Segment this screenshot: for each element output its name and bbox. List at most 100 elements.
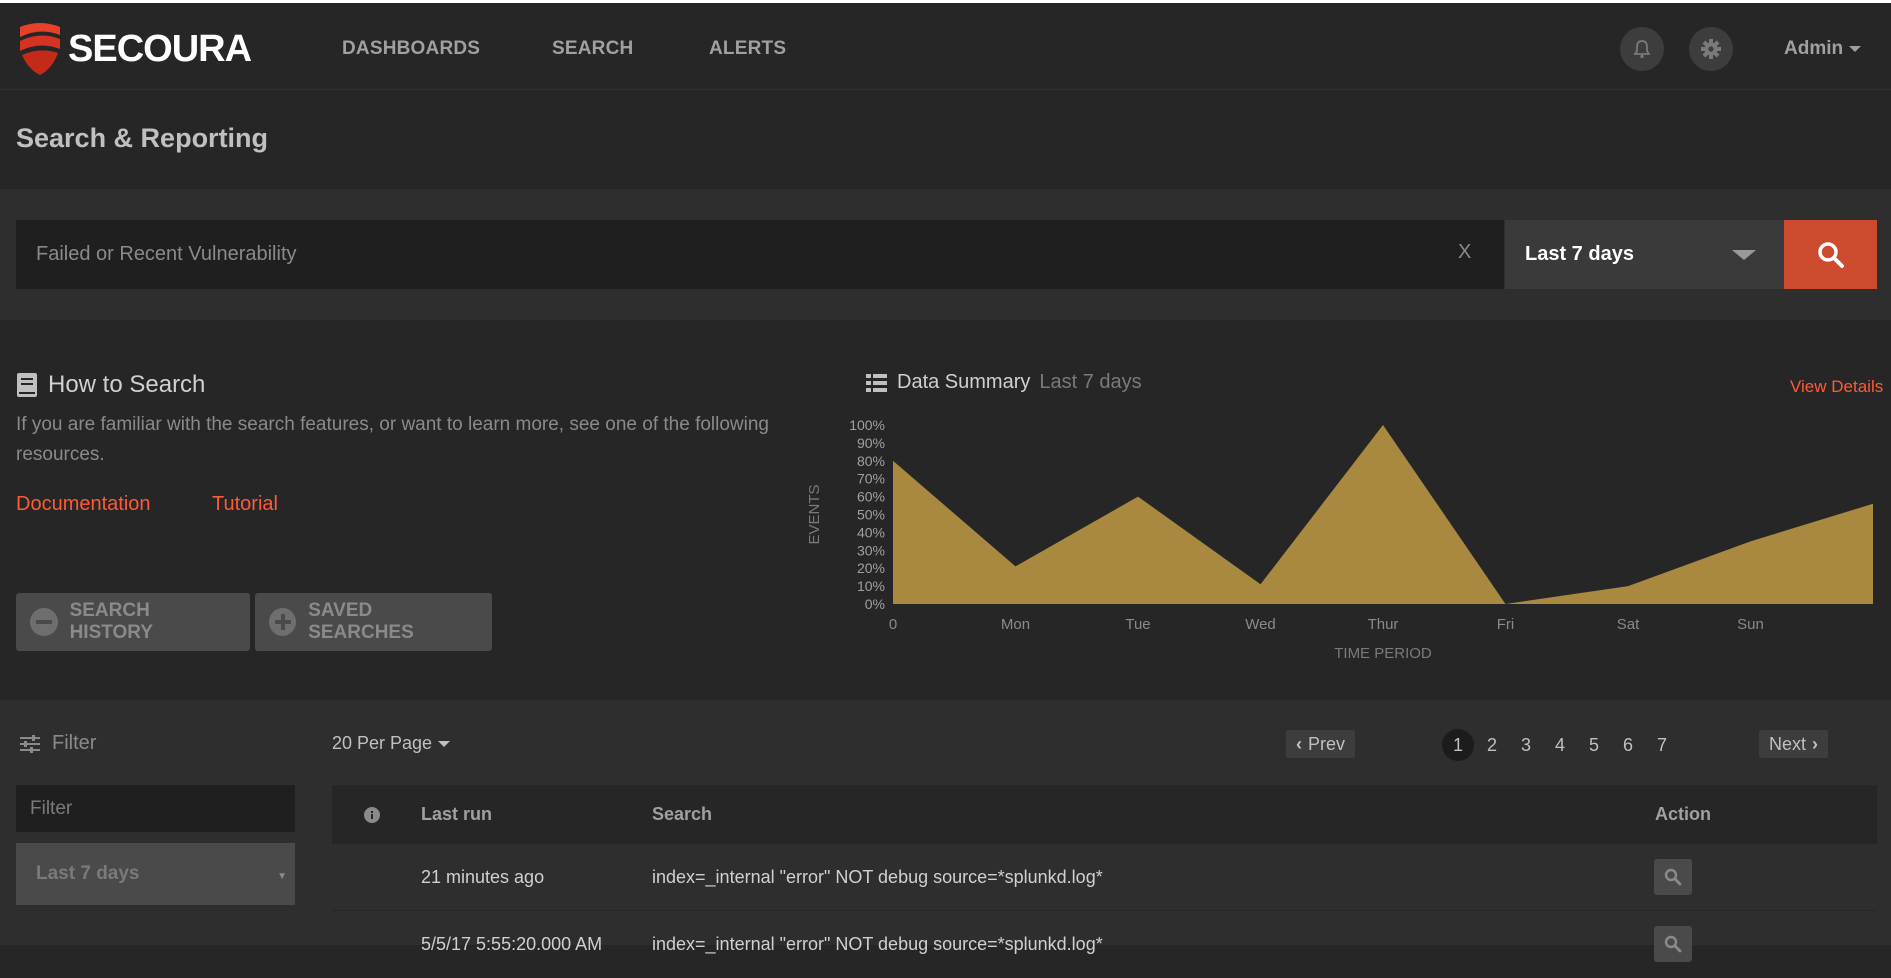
page-7-button[interactable]: 7: [1646, 729, 1678, 761]
how-to-search-description: If you are familiar with the search feat…: [16, 414, 769, 465]
nav-alerts[interactable]: ALERTS: [709, 38, 786, 60]
data-summary-title: Data Summary: [897, 371, 1031, 393]
how-to-search-title: How to Search: [48, 371, 206, 398]
search-query-cell[interactable]: index=_internal "error" NOT debug source…: [652, 911, 1103, 977]
info-icon[interactable]: [364, 785, 380, 844]
search-icon: [1817, 241, 1844, 268]
results-section: Filter Last 7 days ▼ 20 Per Page ‹ Prev …: [0, 700, 1891, 978]
clear-search-button[interactable]: X: [1458, 241, 1471, 264]
table-row[interactable]: 21 minutes ago index=_internal "error" NO…: [332, 844, 1877, 911]
column-header-action: Action: [1655, 804, 1711, 824]
y-tick-label: 70%: [857, 471, 885, 487]
chevron-down-icon: [438, 741, 451, 748]
y-tick-label: 100%: [849, 417, 885, 433]
page-header: Search & Reporting: [0, 91, 1891, 189]
data-summary-range: Last 7 days: [1039, 371, 1142, 393]
nav-dashboards[interactable]: DASHBOARDS: [342, 38, 480, 60]
gear-icon: [1701, 39, 1721, 59]
page-title: Search & Reporting: [16, 123, 269, 153]
user-menu[interactable]: Admin: [1784, 38, 1862, 60]
x-tick-label: Sat: [1617, 616, 1640, 633]
x-axis-title: TIME PERIOD: [1334, 645, 1432, 662]
filter-input[interactable]: [16, 785, 295, 832]
page-2-button[interactable]: 2: [1476, 729, 1508, 761]
caret-down-icon: ▼: [277, 871, 287, 882]
x-tick-label: Mon: [1001, 616, 1030, 633]
last-run-cell: 5/5/17 5:55:20.000 AM: [421, 933, 603, 954]
page-3-button[interactable]: 3: [1510, 729, 1542, 761]
run-search-button[interactable]: [1654, 844, 1692, 910]
prev-page-button[interactable]: ‹ Prev: [1286, 730, 1356, 758]
minus-circle-icon: [30, 608, 58, 636]
y-tick-label: 50%: [857, 507, 885, 523]
saved-searches-button[interactable]: SAVED SEARCHES: [255, 593, 492, 651]
run-search-button[interactable]: [1654, 911, 1692, 977]
y-tick-label: 10%: [857, 578, 885, 594]
search-history-button[interactable]: SEARCH HISTORY: [16, 593, 250, 651]
bell-icon: [1633, 40, 1651, 59]
search-icon: [1664, 935, 1682, 953]
notifications-button[interactable]: [1620, 27, 1664, 71]
settings-button[interactable]: [1689, 27, 1733, 71]
y-tick-label: 40%: [857, 524, 885, 540]
table-list-icon: [866, 373, 887, 392]
chevron-down-icon: [1849, 45, 1862, 52]
y-tick-label: 0%: [865, 596, 885, 612]
column-header-last-run[interactable]: Last run: [421, 785, 492, 844]
chevron-left-icon: ‹: [1296, 733, 1302, 754]
chevron-right-icon: ›: [1812, 733, 1819, 754]
events-area-chart: 100% 90% 80% 70% 60% 50%40% 30% 20% 10% 0% 0 Mon Tu…: [806, 417, 1873, 662]
tutorial-link[interactable]: Tutorial: [212, 493, 278, 516]
search-query-cell[interactable]: index=_internal "error" NOT debug source…: [652, 844, 1103, 910]
page-5-button[interactable]: 5: [1578, 729, 1610, 761]
plus-circle-icon: [269, 608, 297, 636]
search-bar: X Last 7 days: [0, 189, 1891, 320]
documentation-link[interactable]: Documentation: [16, 493, 151, 516]
search-history-label: SEARCH HISTORY: [69, 600, 153, 643]
next-page-button[interactable]: Next ›: [1759, 730, 1829, 758]
x-tick-label: 0: [889, 616, 897, 633]
page-1-button[interactable]: 1: [1442, 729, 1474, 761]
prev-page-label: Prev: [1308, 733, 1346, 754]
user-label: Admin: [1784, 38, 1844, 59]
shield-logo-icon: [20, 23, 60, 75]
caret-down-icon: [1732, 250, 1756, 260]
brand-logo[interactable]: SECOURA: [16, 21, 252, 77]
per-page-value: 20 Per Page: [332, 733, 433, 753]
filter-range-value: Last 7 days: [36, 863, 140, 884]
saved-search-table: Last run Search Action 21 minutes ago ind…: [332, 785, 1877, 978]
per-page-select[interactable]: 20 Per Page: [332, 733, 451, 754]
top-navbar: SECOURA DASHBOARDS SEARCH ALERTS Admin: [0, 3, 1891, 90]
y-tick-label: 20%: [857, 560, 885, 576]
x-tick-label: Sun: [1737, 616, 1764, 633]
info-section: How to Search If you are familiar with t…: [0, 320, 1891, 700]
time-range-select[interactable]: Last 7 days: [1505, 220, 1784, 289]
x-tick-label: Fri: [1497, 616, 1515, 633]
book-icon: [17, 373, 37, 397]
last-run-cell: 21 minutes ago: [421, 866, 545, 887]
events-area-series: [893, 425, 1873, 604]
sliders-icon: [20, 734, 40, 753]
table-body: 21 minutes ago index=_internal "error" NO…: [332, 844, 1877, 978]
table-header: Last run Search Action: [332, 785, 1877, 844]
nav-search[interactable]: SEARCH: [552, 38, 633, 60]
y-tick-label: 90%: [857, 435, 885, 451]
search-input[interactable]: [16, 220, 1504, 289]
column-header-search[interactable]: Search: [652, 785, 712, 844]
time-range-value: Last 7 days: [1525, 243, 1634, 265]
search-icon: [1664, 868, 1682, 886]
y-tick-label: 80%: [857, 453, 885, 469]
filter-heading: Filter: [20, 732, 96, 755]
x-tick-label: Tue: [1125, 616, 1150, 633]
x-tick-label: Thur: [1368, 616, 1399, 633]
page-6-button[interactable]: 6: [1612, 729, 1644, 761]
search-submit-button[interactable]: [1784, 220, 1877, 289]
brand-name: SECOURA: [68, 27, 252, 70]
page-4-button[interactable]: 4: [1544, 729, 1576, 761]
x-tick-label: Wed: [1245, 616, 1276, 633]
view-details-link[interactable]: View Details: [1790, 377, 1883, 397]
next-page-label: Next: [1769, 733, 1807, 754]
filter-heading-label: Filter: [52, 732, 97, 754]
y-tick-label: 60%: [857, 489, 885, 505]
filter-range-select[interactable]: Last 7 days ▼: [16, 843, 295, 905]
